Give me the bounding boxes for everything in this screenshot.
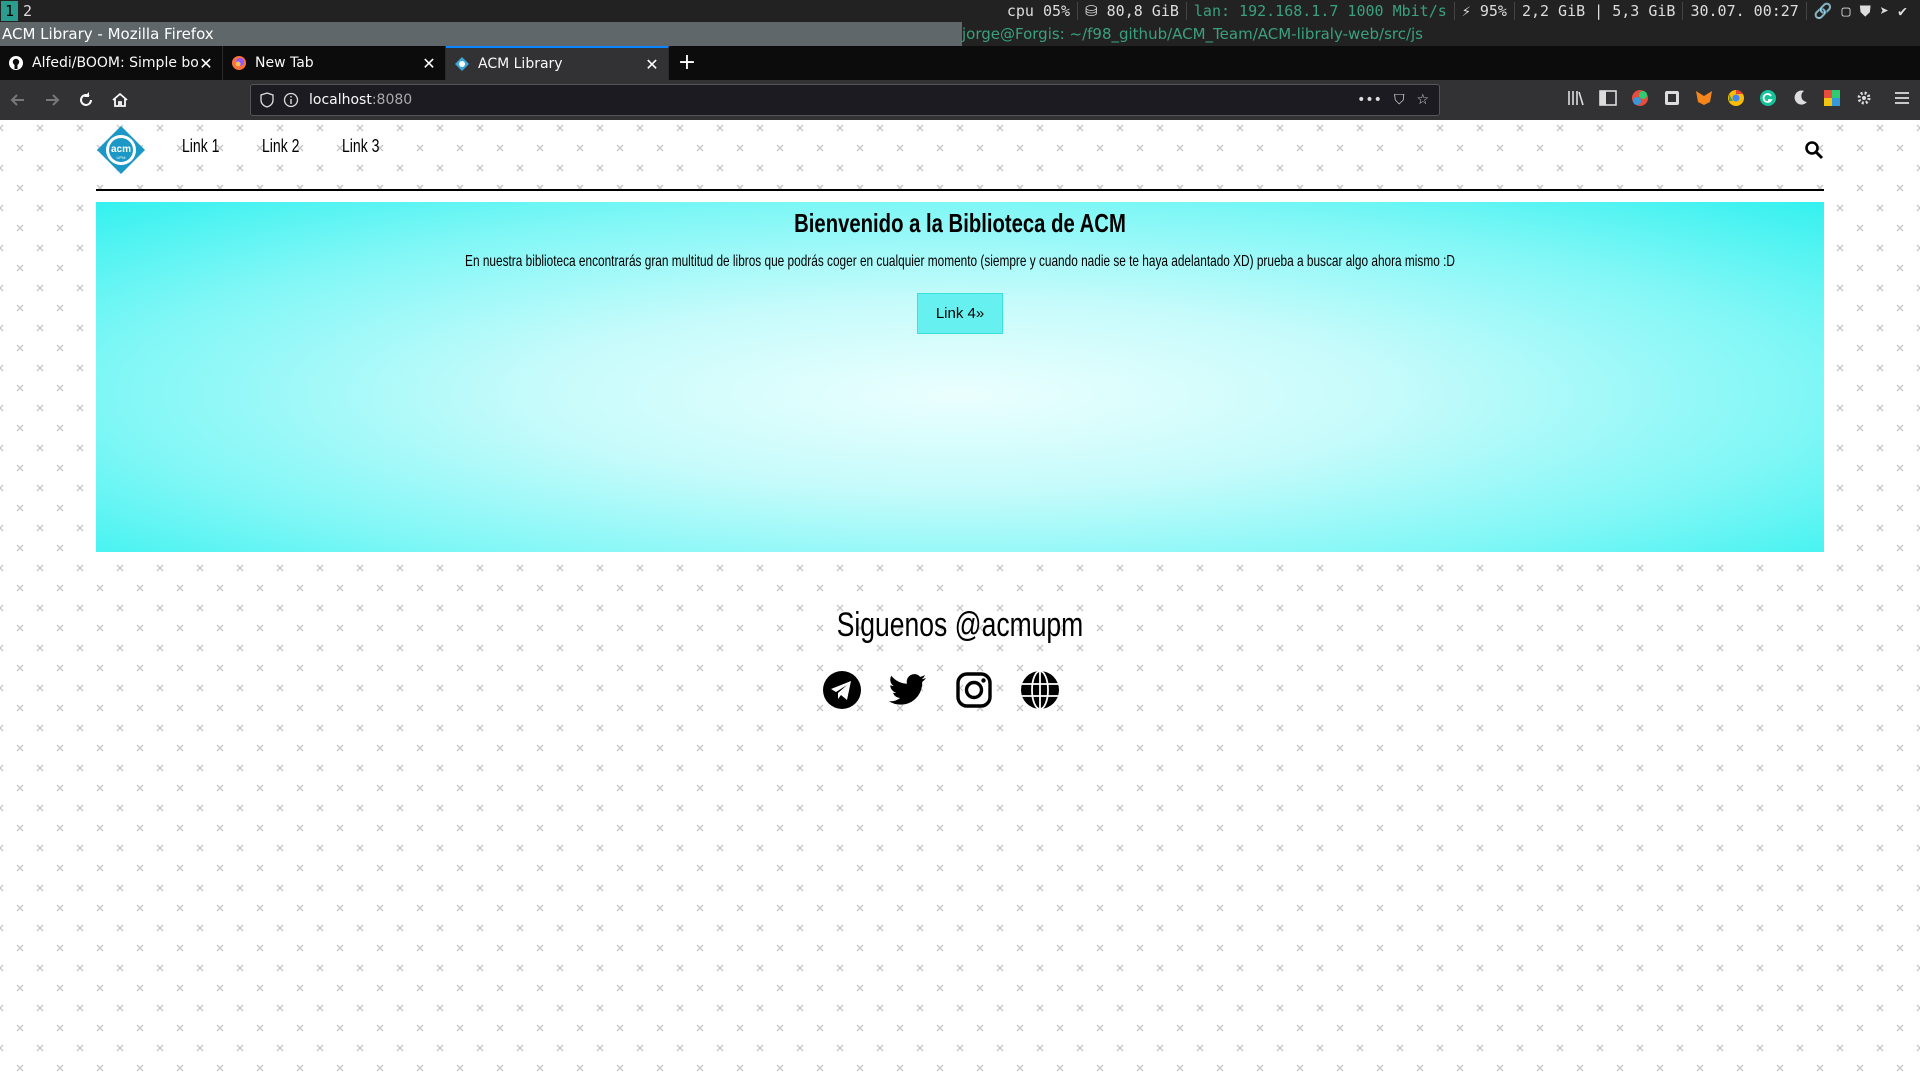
- pocket-icon[interactable]: ⛉: [1394, 92, 1405, 108]
- site-nav: Link 1 Link 2 Link 3: [182, 136, 390, 157]
- firefox-window-title[interactable]: ACM Library - Mozilla Firefox: [0, 22, 962, 46]
- tab-label: Alfedi/BOOM: Simple boo: [32, 55, 198, 71]
- tab-label: ACM Library: [478, 56, 563, 72]
- instagram-icon[interactable]: [954, 670, 994, 710]
- color-extension-icon[interactable]: [1630, 88, 1650, 108]
- close-tab-icon[interactable]: ✕: [421, 54, 437, 73]
- new-tab-button[interactable]: +: [669, 46, 705, 80]
- github-icon: [9, 56, 23, 70]
- firefox-icon: [232, 56, 246, 70]
- nav-link-1[interactable]: Link 1: [182, 136, 219, 157]
- tab-new-tab[interactable]: New Tab ✕: [223, 46, 446, 80]
- page-actions-icon[interactable]: •••: [1357, 92, 1382, 108]
- memory-status: 2,2 GiB | 5,3 GiB: [1513, 2, 1683, 20]
- window-titles: ACM Library - Mozilla Firefox jorge@Forg…: [0, 22, 1920, 46]
- svg-text:UPM: UPM: [117, 155, 126, 160]
- twitter-icon[interactable]: [888, 670, 928, 710]
- metamask-icon[interactable]: [1694, 88, 1714, 108]
- info-icon[interactable]: [283, 92, 299, 108]
- svg-text:acm: acm: [111, 144, 131, 155]
- close-tab-icon[interactable]: ✕: [644, 55, 660, 74]
- url-text[interactable]: localhost:8080: [309, 92, 412, 108]
- gear-extension-icon[interactable]: [1854, 88, 1874, 108]
- tray-icons: 🔗 ▢ ⛊ ➤ ✔: [1805, 2, 1914, 20]
- hamburger-menu-icon[interactable]: [1892, 88, 1912, 108]
- home-icon: [112, 92, 128, 107]
- nav-link-3[interactable]: Link 3: [342, 136, 379, 157]
- site-header: acm UPM Link 1 Link 2 Link 3: [96, 120, 1824, 191]
- bookmark-star-icon[interactable]: ☆: [1416, 92, 1429, 108]
- url-port: :8080: [371, 92, 413, 108]
- home-button[interactable]: [104, 84, 136, 116]
- workspace-2[interactable]: 2: [19, 1, 36, 21]
- sidebar-icon[interactable]: [1598, 88, 1618, 108]
- back-button[interactable]: [2, 84, 34, 116]
- arrow-right-icon: [46, 94, 60, 106]
- globe-icon[interactable]: [1020, 670, 1060, 710]
- browser-tab-bar: Alfedi/BOOM: Simple boo ✕ New Tab ✕ ACM …: [0, 46, 1920, 80]
- close-tab-icon[interactable]: ✕: [198, 54, 214, 73]
- library-icon[interactable]: [1566, 88, 1586, 108]
- follow-title: Siguenos @acmupm: [836, 606, 1084, 644]
- tab-acm-library[interactable]: ACM Library ✕: [446, 46, 669, 80]
- reload-icon: [80, 92, 92, 106]
- datetime-status: 30.07. 00:27: [1682, 2, 1805, 20]
- workspace-1[interactable]: 1: [1, 1, 18, 21]
- telegram-icon[interactable]: [822, 670, 862, 710]
- browser-nav-bar: localhost:8080 ••• ⛉ ☆: [0, 80, 1920, 120]
- reload-button[interactable]: [70, 84, 102, 116]
- container-extension-icon[interactable]: [1662, 88, 1682, 108]
- terminal-window-title[interactable]: jorge@Forgis: ~/f98_github/ACM_Team/ACM-…: [962, 22, 1920, 46]
- url-host: localhost: [309, 92, 372, 108]
- battery-status: ⚡ 95%: [1453, 2, 1514, 20]
- grammarly-icon[interactable]: [1758, 88, 1778, 108]
- social-links: [822, 670, 1060, 710]
- status-bar: 1 2 cpu 05% ⛁ 80,8 GiB lan: 192.168.1.7 …: [0, 0, 1920, 22]
- tab-label: New Tab: [255, 55, 314, 71]
- search-icon[interactable]: [1804, 140, 1824, 160]
- chrome-icon[interactable]: [1726, 88, 1746, 108]
- lan-status: lan: 192.168.1.7 1000 Mbit/s: [1185, 2, 1454, 20]
- hero-link-button[interactable]: Link 4»: [917, 293, 1003, 334]
- nav-link-2[interactable]: Link 2: [262, 136, 299, 157]
- hero-text: En nuestra biblioteca encontrarás gran m…: [465, 253, 1455, 270]
- arrow-left-icon: [10, 94, 24, 106]
- rainbow-extension-icon[interactable]: [1822, 88, 1842, 108]
- hero-banner: Bienvenido a la Biblioteca de ACM En nue…: [96, 202, 1824, 552]
- follow-section: Siguenos @acmupm: [0, 606, 1920, 710]
- forward-button[interactable]: [36, 84, 68, 116]
- tab-github[interactable]: Alfedi/BOOM: Simple boo ✕: [0, 46, 223, 80]
- cpu-status: cpu 05%: [1006, 2, 1071, 20]
- acm-icon: [455, 57, 469, 71]
- page-viewport: acm UPM Link 1 Link 2 Link 3 Bienvenido …: [0, 120, 1920, 1080]
- url-bar[interactable]: localhost:8080 ••• ⛉ ☆: [250, 84, 1440, 116]
- hero-title: Bienvenido a la Biblioteca de ACM: [794, 208, 1126, 238]
- acm-logo[interactable]: acm UPM: [96, 125, 146, 175]
- shield-icon[interactable]: [259, 92, 275, 108]
- dark-mode-icon[interactable]: [1790, 88, 1810, 108]
- disk-status: ⛁ 80,8 GiB: [1077, 2, 1186, 20]
